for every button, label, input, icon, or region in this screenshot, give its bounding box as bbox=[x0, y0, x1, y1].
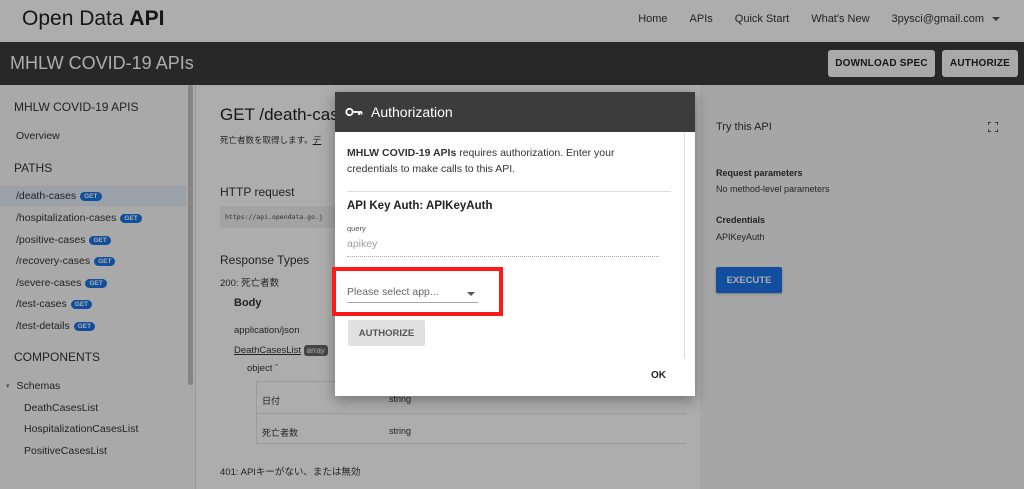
ok-button[interactable]: OK bbox=[651, 370, 666, 381]
apikey-underline bbox=[347, 256, 659, 257]
dialog-divider bbox=[347, 191, 671, 192]
highlight-box bbox=[332, 267, 503, 316]
apikey-input[interactable]: apikey bbox=[347, 238, 377, 250]
authorize-button[interactable]: AUTHORIZE bbox=[348, 320, 425, 346]
auth-scheme-heading: API Key Auth: APIKeyAuth bbox=[347, 200, 493, 212]
intro-api-name: MHLW COVID-19 APIs bbox=[347, 147, 457, 159]
dialog-title: Authorization bbox=[371, 104, 453, 120]
dialog-intro: MHLW COVID-19 APIs requires authorizatio… bbox=[347, 145, 657, 177]
authorization-dialog: Authorization MHLW COVID-19 APIs require… bbox=[335, 92, 695, 396]
dialog-scrollbar[interactable] bbox=[684, 132, 685, 358]
key-icon bbox=[345, 107, 363, 117]
dialog-header: Authorization bbox=[335, 92, 695, 132]
param-location-label: query bbox=[347, 224, 366, 233]
